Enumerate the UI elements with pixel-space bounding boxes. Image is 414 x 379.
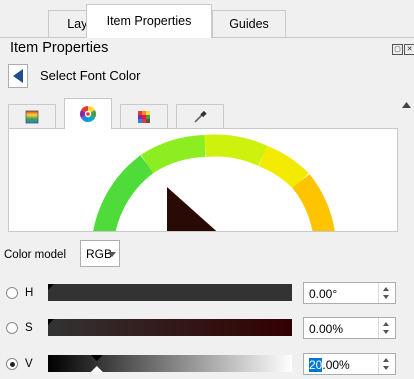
color-ramp-icon bbox=[25, 110, 39, 123]
dock-controls: ▢ ✕ bbox=[392, 44, 414, 55]
spin-buttons[interactable] bbox=[378, 318, 395, 338]
spin-up-icon[interactable] bbox=[383, 358, 389, 362]
spin-down-icon[interactable] bbox=[383, 330, 389, 334]
color-model-label: Color model bbox=[4, 249, 66, 261]
color-model-select[interactable]: RGB bbox=[80, 240, 120, 267]
saturation-label: S bbox=[25, 322, 33, 334]
tab-item-properties[interactable]: Item Properties bbox=[86, 4, 212, 38]
close-icon[interactable]: ✕ bbox=[404, 44, 414, 55]
saturation-row: S 0.00% bbox=[0, 313, 414, 343]
chevron-down-icon bbox=[108, 252, 116, 257]
tab-color-sampler[interactable] bbox=[176, 104, 224, 128]
saturation-slider[interactable] bbox=[48, 319, 292, 336]
dock-tab-bar: Layout Item Properties Guides bbox=[0, 0, 414, 38]
color-swatches-icon bbox=[138, 110, 150, 123]
color-wheel-icon bbox=[80, 106, 96, 122]
hue-value: 0.00° bbox=[309, 287, 338, 301]
color-wheel[interactable] bbox=[9, 129, 398, 232]
color-wheel-area[interactable] bbox=[8, 128, 398, 232]
vertical-scrollbar[interactable] bbox=[399, 92, 414, 236]
value-label: V bbox=[25, 358, 33, 370]
value-slider[interactable] bbox=[48, 355, 292, 372]
spin-up-icon[interactable] bbox=[383, 287, 389, 291]
scroll-up-icon[interactable] bbox=[402, 102, 411, 108]
color-model-row: Color model RGB bbox=[0, 236, 414, 272]
saturation-value: 0.00% bbox=[309, 322, 344, 336]
hue-row: H 0.00° bbox=[0, 278, 414, 308]
hue-label: H bbox=[25, 287, 34, 299]
value-radio[interactable] bbox=[6, 358, 18, 370]
saturation-spinbox[interactable]: 0.00% bbox=[303, 317, 396, 339]
back-arrow-icon bbox=[13, 69, 23, 83]
spin-buttons[interactable] bbox=[378, 283, 395, 303]
value-row: V 20.00% bbox=[0, 349, 414, 379]
saturation-radio[interactable] bbox=[6, 322, 18, 334]
color-sampler-icon bbox=[194, 110, 207, 123]
value-spinbox[interactable]: 20.00% bbox=[303, 353, 396, 375]
spin-up-icon[interactable] bbox=[383, 322, 389, 326]
hue-slider[interactable] bbox=[48, 284, 292, 301]
spin-down-icon[interactable] bbox=[383, 366, 389, 370]
hue-radio[interactable] bbox=[6, 287, 18, 299]
value-value-rest: .00% bbox=[322, 358, 350, 372]
spin-buttons[interactable] bbox=[378, 354, 395, 374]
spin-down-icon[interactable] bbox=[383, 295, 389, 299]
tab-guides[interactable]: Guides bbox=[212, 10, 286, 37]
float-icon[interactable]: ▢ bbox=[392, 44, 403, 55]
panel-title: Item Properties bbox=[10, 40, 109, 56]
color-picker-tabs bbox=[8, 98, 398, 129]
value-value-selected: 20 bbox=[309, 358, 323, 372]
tab-color-swatches[interactable] bbox=[120, 104, 168, 128]
back-button[interactable] bbox=[8, 64, 28, 88]
tab-color-wheel[interactable] bbox=[64, 98, 112, 129]
tab-color-ramp[interactable] bbox=[8, 104, 56, 128]
hue-spinbox[interactable]: 0.00° bbox=[303, 282, 396, 304]
panel-subtitle: Select Font Color bbox=[40, 68, 141, 83]
